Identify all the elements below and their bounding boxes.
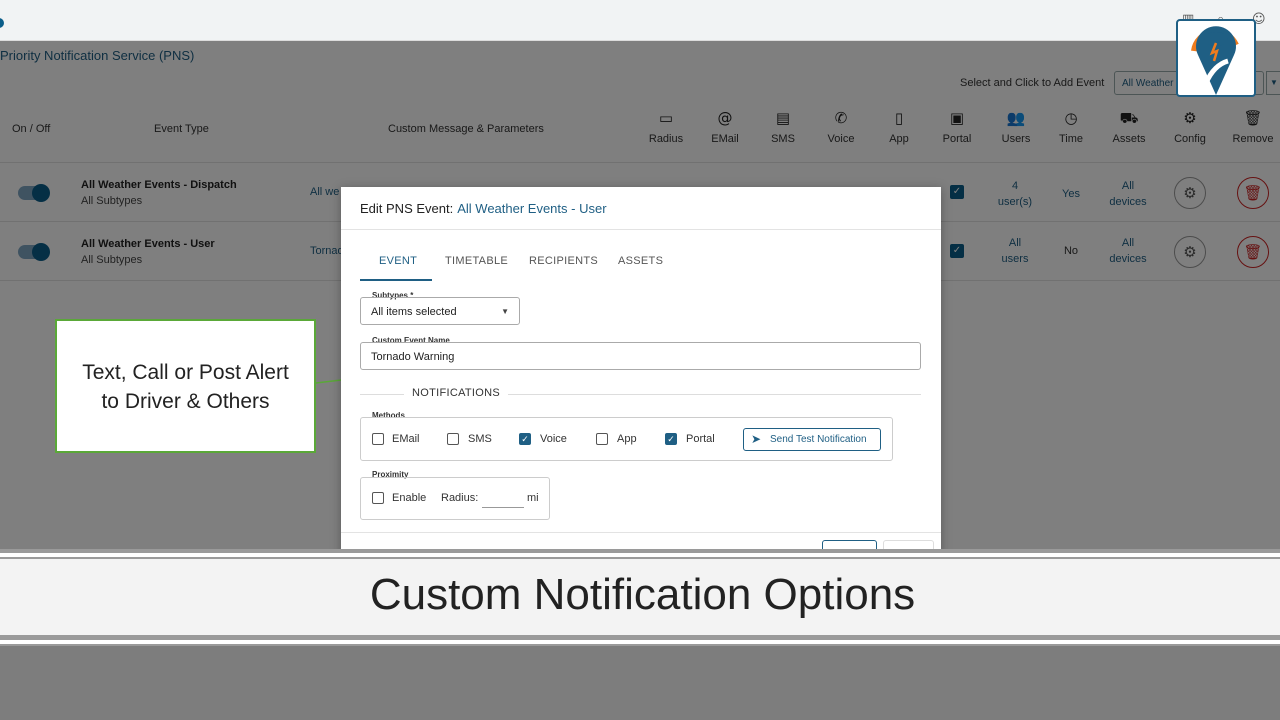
voice-checkbox[interactable]: ✓ (519, 433, 531, 445)
tab-timetable[interactable]: TIMETABLE (445, 255, 508, 267)
voice-checkbox-label: Voice (540, 433, 567, 445)
send-test-notification-button[interactable]: ➤ Send Test Notification (743, 428, 881, 451)
chevron-down-icon: ▼ (501, 307, 509, 316)
app-checkbox[interactable] (596, 433, 608, 445)
email-checkbox-label: EMail (392, 433, 420, 445)
tab-assets[interactable]: ASSETS (618, 255, 663, 267)
lower-panel (0, 646, 1280, 720)
callout-line-2: to Driver & Others (101, 390, 270, 413)
browser-top-bar: ▥ ⌕ ☺ (0, 0, 1280, 41)
portal-checkbox-label: Portal (686, 433, 715, 445)
storm-pin-logo-icon (1191, 26, 1239, 95)
enable-label: Enable (392, 492, 427, 504)
app-dot-icon (0, 18, 4, 28)
modal-title-prefix: Edit PNS Event: (360, 201, 454, 216)
sms-checkbox-label: SMS (468, 433, 492, 445)
notifications-heading: NOTIFICATIONS (404, 387, 509, 399)
caption-band-top-rule (0, 549, 1280, 559)
modal-title: Edit PNS Event: All Weather Events - User (360, 201, 607, 216)
app-logo (1176, 19, 1256, 97)
caption-band-bottom-rule (0, 635, 1280, 646)
callout-box: Text, Call or Post Alert to Driver & Oth… (55, 319, 316, 453)
subtypes-value: All items selected (371, 306, 457, 318)
radius-label: Radius: (441, 492, 479, 504)
enable-proximity-checkbox[interactable] (372, 492, 384, 504)
divider (341, 532, 941, 533)
tab-event[interactable]: EVENT (379, 255, 417, 267)
sms-checkbox[interactable] (447, 433, 459, 445)
active-tab-indicator (360, 279, 432, 281)
radius-unit: mi (527, 492, 539, 504)
tab-recipients[interactable]: RECIPIENTS (529, 255, 598, 267)
callout-line-1: Text, Call or Post Alert (82, 361, 289, 384)
send-icon: ➤ (751, 432, 762, 446)
slide-caption: Custom Notification Options (369, 570, 916, 619)
subtypes-select[interactable]: All items selected ▼ (360, 297, 520, 325)
email-checkbox[interactable] (372, 433, 384, 445)
send-test-label: Send Test Notification (770, 434, 867, 445)
app-checkbox-label: App (617, 433, 637, 445)
edit-event-modal: Edit PNS Event: All Weather Events - User… (341, 187, 941, 574)
divider (341, 229, 941, 230)
custom-event-name-input[interactable]: Tornado Warning (360, 342, 921, 370)
modal-title-event: All Weather Events - User (457, 201, 607, 216)
radius-input[interactable] (482, 507, 524, 508)
portal-checkbox[interactable]: ✓ (665, 433, 677, 445)
